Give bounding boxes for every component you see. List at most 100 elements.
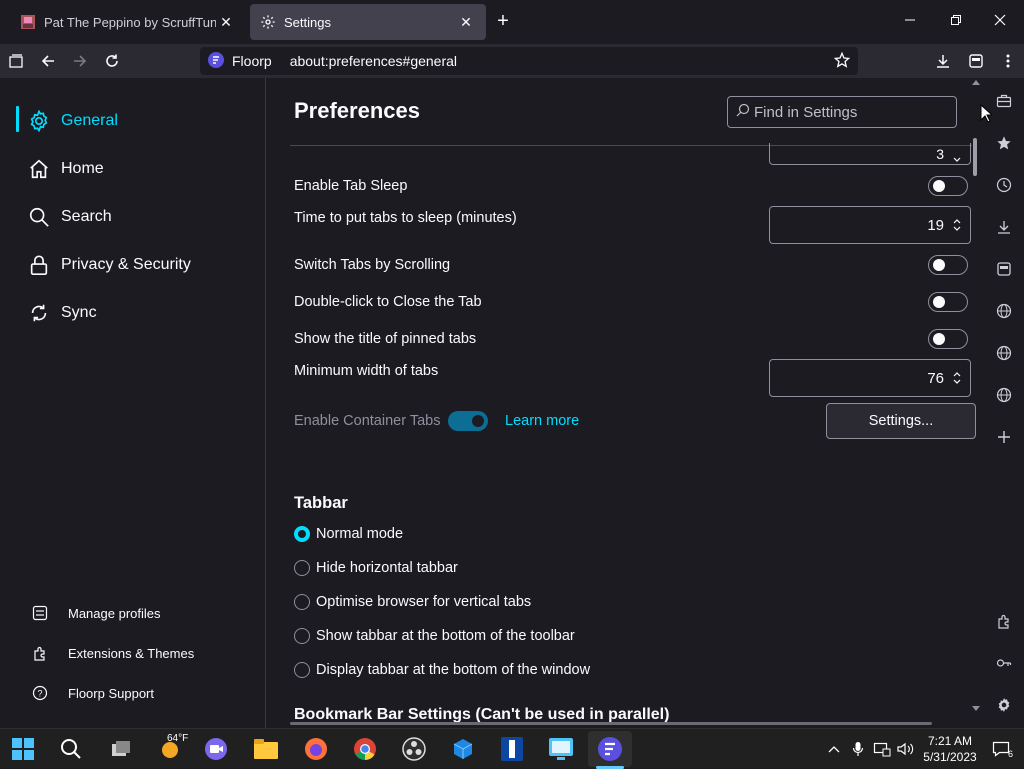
radio-unselected[interactable] <box>294 628 310 644</box>
radio-bottom-toolbar[interactable]: Show tabbar at the bottom of the toolbar <box>294 626 575 646</box>
radio-label: Display tabbar at the bottom of the wind… <box>316 662 591 678</box>
chrome-icon[interactable] <box>351 735 379 763</box>
tab-settings[interactable]: Settings ✕ <box>250 4 486 40</box>
spinner-icon[interactable] <box>952 369 962 387</box>
number-value: 19 <box>927 216 944 234</box>
forward-button[interactable] <box>68 49 92 73</box>
notes-icon[interactable] <box>993 258 1015 280</box>
firefox-icon[interactable] <box>302 735 330 763</box>
url-bar[interactable]: Floorp about:preferences#general <box>200 47 858 75</box>
partial-number-input[interactable]: 3 <box>769 143 971 165</box>
passwords-key-icon[interactable] <box>993 652 1015 674</box>
new-tab-button[interactable]: + <box>492 10 514 32</box>
extensions-puzzle-icon[interactable] <box>993 610 1015 632</box>
selected-category-indicator <box>16 106 19 132</box>
web-panel-globe-icon[interactable] <box>993 384 1015 406</box>
horizontal-scrollbar[interactable] <box>290 722 932 725</box>
category-home[interactable]: Home <box>28 154 104 184</box>
container-settings-button[interactable]: Settings... <box>826 403 976 439</box>
category-search[interactable]: Search <box>28 202 112 232</box>
navigation-toolbar: Floorp about:preferences#general <box>0 44 1024 78</box>
radio-normal-mode[interactable]: Normal mode <box>294 524 403 544</box>
tab-pat-the-peppino[interactable]: Pat The Peppino by ScruffTuna ✕ <box>10 4 246 40</box>
minimize-button[interactable] <box>896 8 924 32</box>
scroll-up-arrow[interactable] <box>972 80 980 85</box>
app-cube-icon[interactable] <box>449 735 477 763</box>
file-explorer-icon[interactable] <box>252 735 280 763</box>
radio-bottom-window[interactable]: Display tabbar at the bottom of the wind… <box>294 660 590 680</box>
system-clock[interactable]: 7:21 AM 5/31/2023 <box>918 733 982 765</box>
tab-manager-icon[interactable] <box>4 49 28 73</box>
scroll-down-arrow[interactable] <box>972 706 980 711</box>
sidebar-settings-gear-icon[interactable] <box>993 694 1015 716</box>
windows-start-icon[interactable] <box>9 735 37 763</box>
web-panel-globe-icon[interactable] <box>993 342 1015 364</box>
floorp-support-link[interactable]: ? Floorp Support <box>32 682 154 704</box>
extensions-themes-link[interactable]: Extensions & Themes <box>32 642 194 664</box>
reload-button[interactable] <box>100 49 124 73</box>
downloads-icon[interactable] <box>993 216 1015 238</box>
downloads-icon[interactable] <box>931 49 955 73</box>
bookmark-star-icon[interactable] <box>833 51 851 71</box>
radio-unselected[interactable] <box>294 560 310 576</box>
radio-unselected[interactable] <box>294 594 310 610</box>
back-button[interactable] <box>36 49 60 73</box>
microphone-icon[interactable] <box>849 739 867 759</box>
app-blue-icon[interactable] <box>498 735 526 763</box>
add-panel-plus-icon[interactable] <box>993 426 1015 448</box>
category-sync[interactable]: Sync <box>28 298 97 328</box>
restore-button[interactable] <box>942 8 970 32</box>
network-icon[interactable] <box>873 739 891 759</box>
bookmarks-star-icon[interactable] <box>993 132 1015 154</box>
chat-camera-icon[interactable] <box>202 735 230 763</box>
gear-icon <box>260 14 276 30</box>
dblclick-close-toggle[interactable] <box>928 292 968 312</box>
identity-box[interactable]: Floorp <box>208 51 272 71</box>
briefcase-icon[interactable] <box>993 90 1015 112</box>
search-input[interactable] <box>754 103 954 121</box>
close-tab-icon[interactable]: ✕ <box>216 12 236 32</box>
container-tabs-toggle[interactable] <box>448 411 488 431</box>
scroll-thumb[interactable] <box>973 138 977 176</box>
search-icon <box>28 206 50 228</box>
toggle-knob <box>933 259 945 271</box>
spinner-icon[interactable] <box>952 216 962 234</box>
url-text[interactable]: about:preferences#general <box>290 53 457 69</box>
app-monitor-icon[interactable] <box>547 735 575 763</box>
history-clock-icon[interactable] <box>993 174 1015 196</box>
web-panel-globe-icon[interactable] <box>993 300 1015 322</box>
radio-vertical-tabs[interactable]: Optimise browser for vertical tabs <box>294 592 531 612</box>
close-window-button[interactable] <box>986 8 1014 32</box>
manage-profiles-link[interactable]: Manage profiles <box>32 602 161 624</box>
sleep-time-label: Time to put tabs to sleep (minutes) <box>294 210 517 226</box>
sidebar-toggle-icon[interactable] <box>964 49 988 73</box>
vertical-scrollbar[interactable] <box>970 78 982 718</box>
min-width-input[interactable]: 76 <box>769 359 971 397</box>
radio-label: Normal mode <box>316 526 404 542</box>
search-box[interactable] <box>727 96 957 128</box>
show-hidden-icons-chevron[interactable] <box>825 739 843 759</box>
category-privacy[interactable]: Privacy & Security <box>28 250 191 280</box>
floorp-taskbar-icon[interactable] <box>596 735 624 763</box>
switch-scroll-toggle[interactable] <box>928 255 968 275</box>
radio-hide-tabbar[interactable]: Hide horizontal tabbar <box>294 558 458 578</box>
radio-label: Hide horizontal tabbar <box>316 560 458 576</box>
taskbar-search-icon[interactable] <box>57 735 85 763</box>
puzzle-icon <box>32 645 48 661</box>
search-icon <box>736 103 750 122</box>
help-icon: ? <box>32 685 48 701</box>
category-general[interactable]: General <box>28 106 118 136</box>
close-tab-icon[interactable]: ✕ <box>456 12 476 32</box>
learn-more-link[interactable]: Learn more <box>505 413 579 429</box>
radio-unselected[interactable] <box>294 662 310 678</box>
spinner-icon[interactable] <box>952 152 962 162</box>
menu-icon[interactable] <box>996 49 1020 73</box>
tab-sleep-toggle[interactable] <box>928 176 968 196</box>
pinned-title-toggle[interactable] <box>928 329 968 349</box>
pinned-title-label: Show the title of pinned tabs <box>294 331 477 347</box>
volume-icon[interactable] <box>896 739 914 759</box>
sleep-time-input[interactable]: 19 <box>769 206 971 244</box>
radio-selected[interactable] <box>294 526 310 542</box>
task-view-icon[interactable] <box>107 735 135 763</box>
obs-icon[interactable] <box>400 735 428 763</box>
